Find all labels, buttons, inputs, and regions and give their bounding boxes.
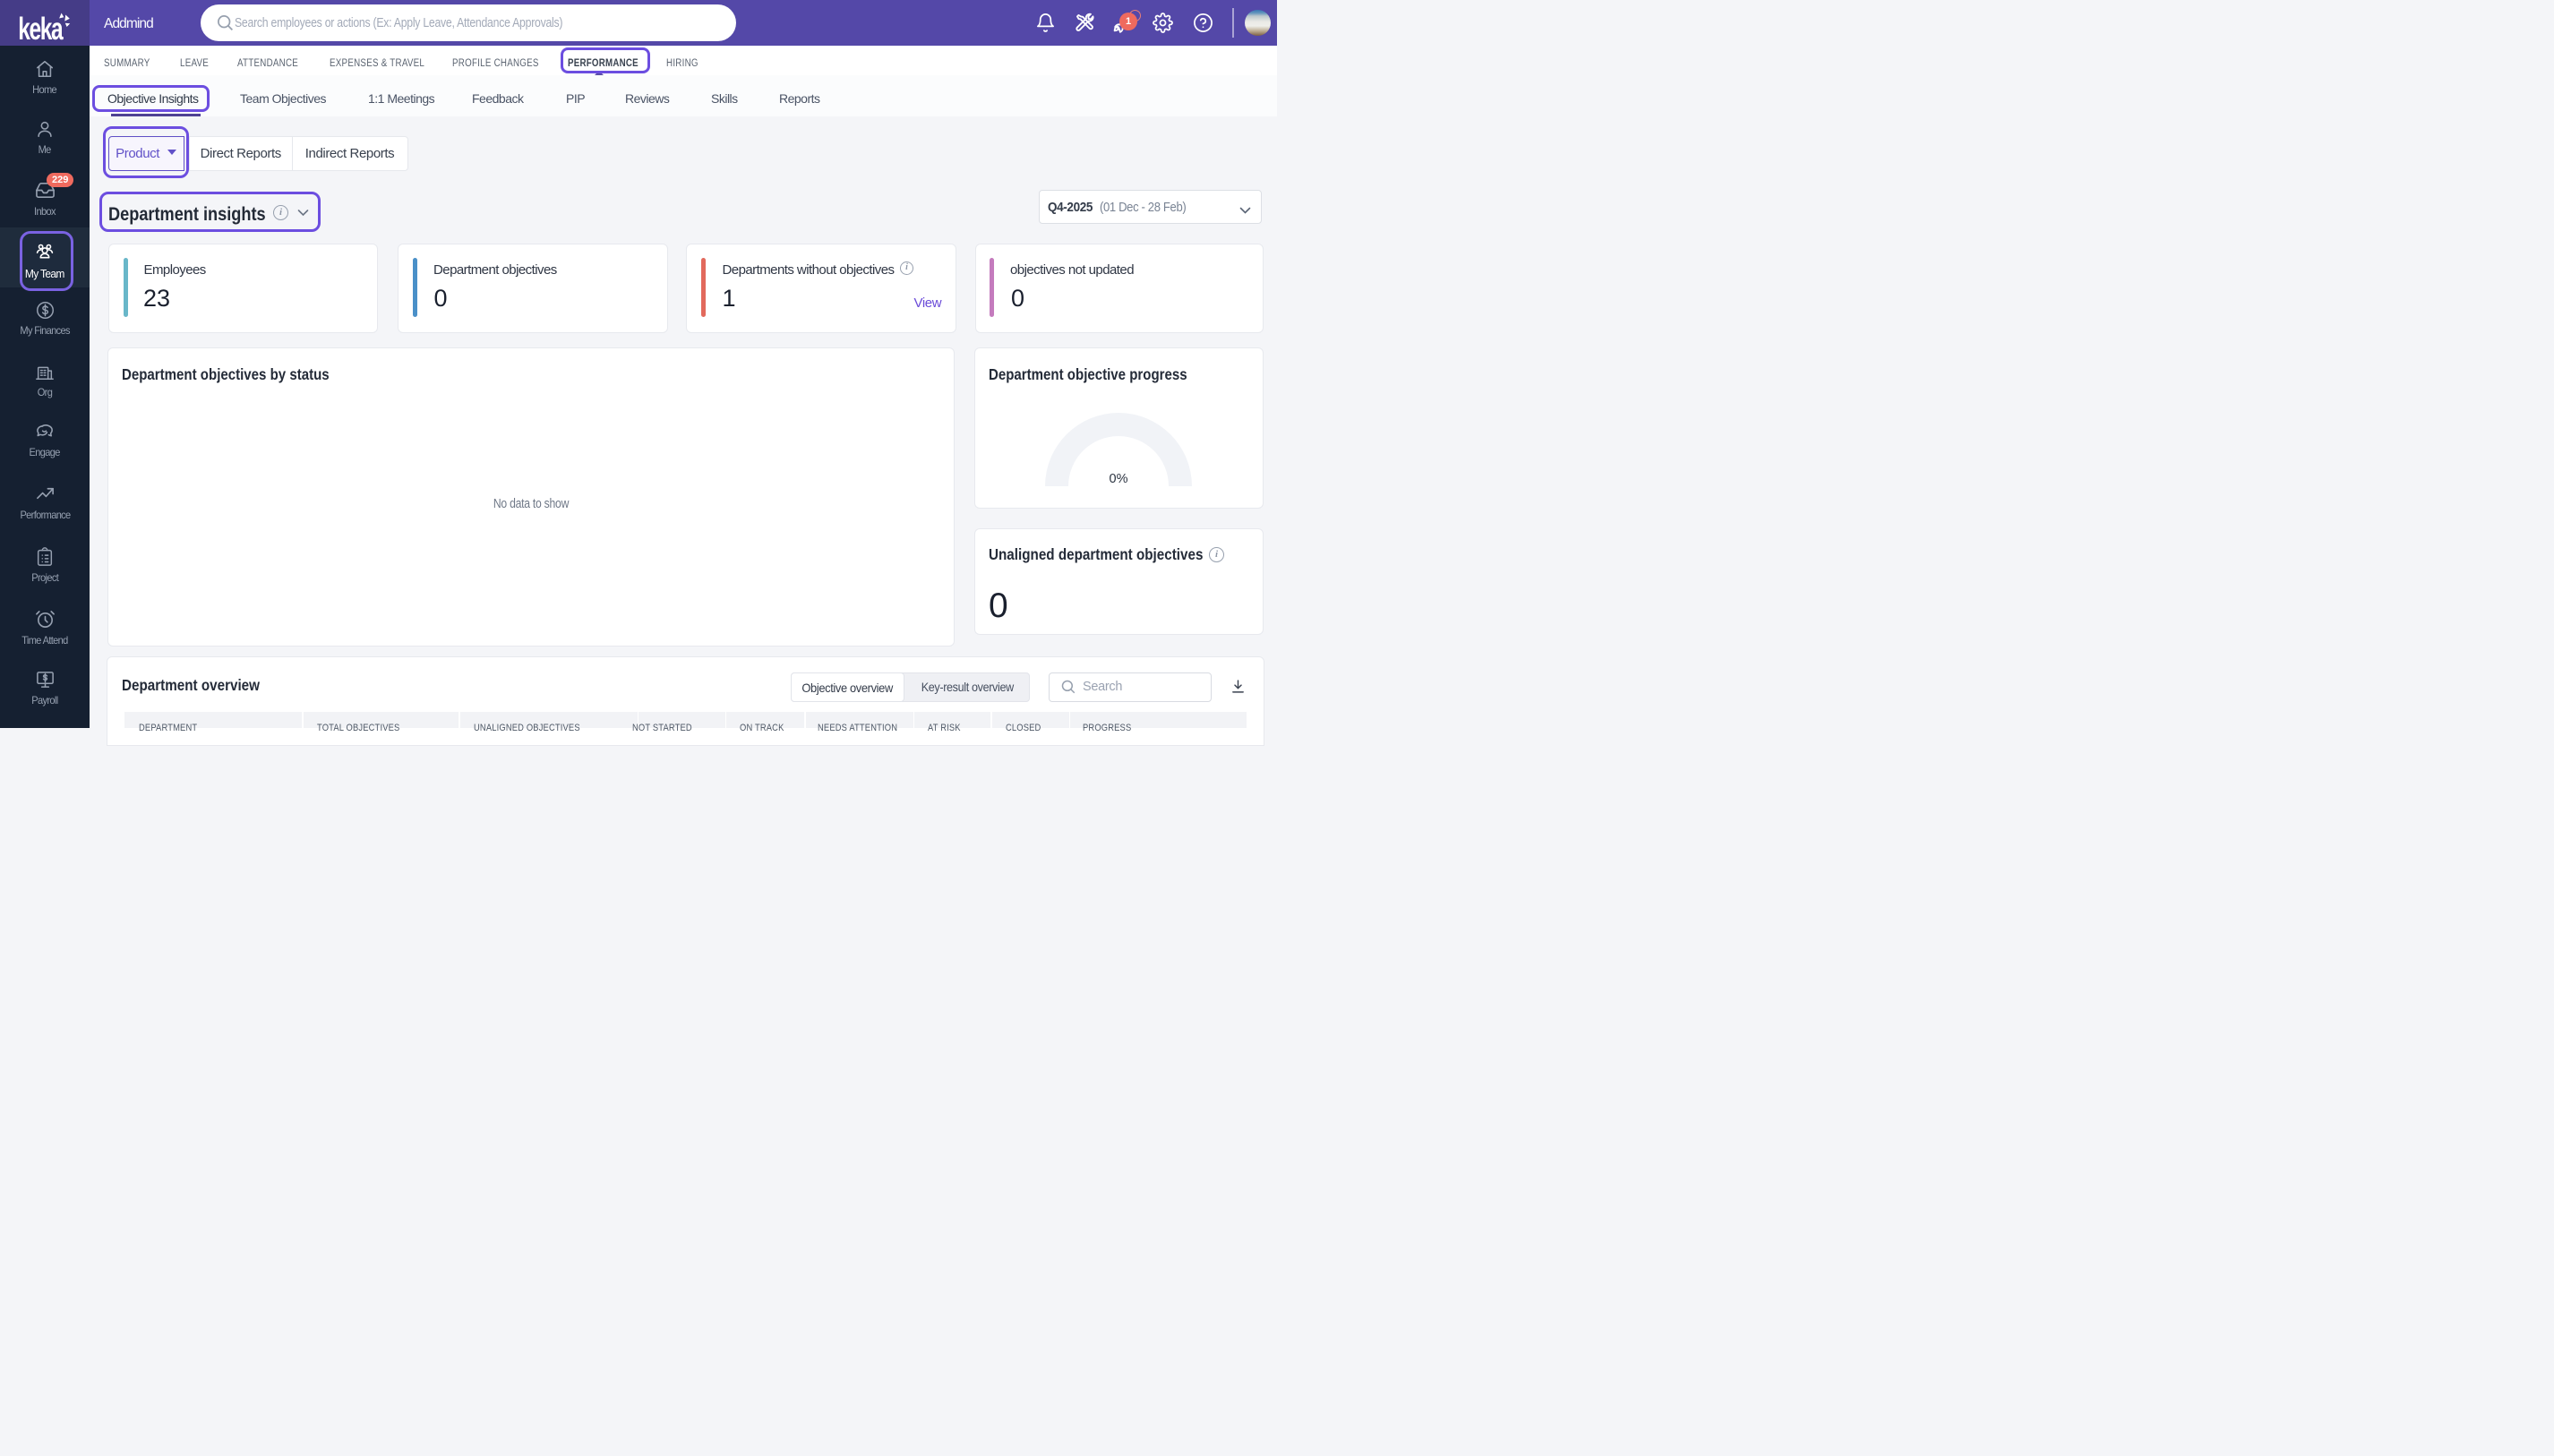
svg-text:keka: keka: [18, 13, 63, 47]
